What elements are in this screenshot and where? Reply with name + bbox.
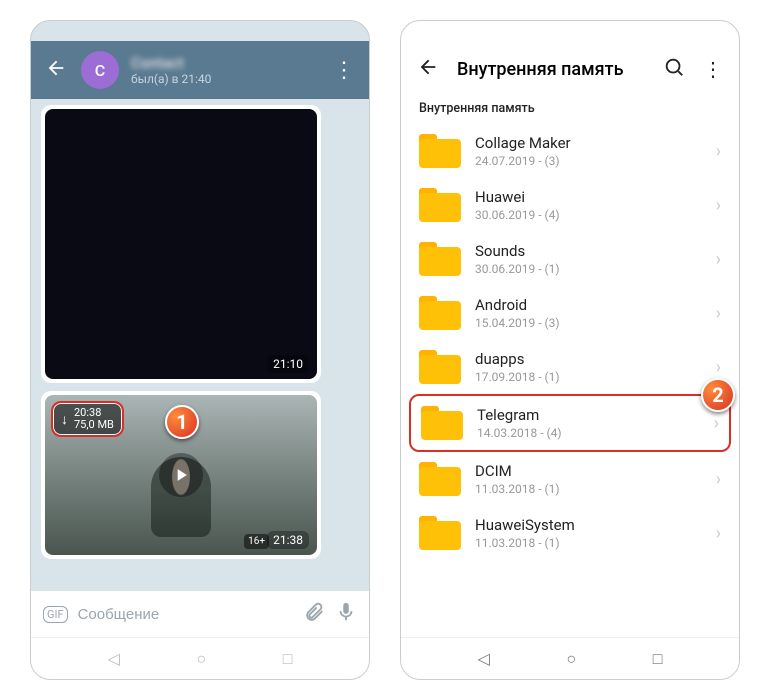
folder-text: Telegram 14.03.2018 - (4) [477, 406, 700, 440]
folder-row[interactable]: Sounds 30.06.2019 - (1) › [409, 232, 731, 286]
folder-meta: 30.06.2019 - (4) [475, 208, 702, 222]
folder-name: Telegram [477, 406, 700, 424]
status-bar [31, 21, 369, 41]
folder-meta: 24.07.2019 - (3) [475, 154, 702, 168]
nav-back-icon[interactable]: ◁ [108, 649, 120, 668]
folder-text: Android 15.04.2019 - (3) [475, 296, 702, 330]
folder-icon [419, 350, 461, 384]
folder-icon [419, 242, 461, 276]
callout-badge-1: 1 [165, 405, 199, 439]
folder-row[interactable]: Huawei 30.06.2019 - (4) › [409, 178, 731, 232]
message-video[interactable]: ↓ 20:38 75,0 MB 1 16+ 21:38 [41, 391, 321, 559]
folder-row[interactable]: duapps 17.09.2018 - (1) › [409, 340, 731, 394]
callout-badge-2: 2 [701, 378, 735, 412]
message-input-bar: GIF [31, 591, 369, 637]
folder-name: Sounds [475, 242, 702, 260]
chevron-right-icon: › [716, 523, 721, 544]
video-attachment[interactable]: ↓ 20:38 75,0 MB 1 16+ 21:38 [45, 395, 317, 555]
gif-icon[interactable]: GIF [43, 606, 68, 623]
nav-home-icon[interactable]: ○ [196, 649, 206, 669]
folder-row[interactable]: DCIM 11.03.2018 - (1) › [409, 452, 731, 506]
android-nav-bar: ◁ ○ □ [401, 637, 739, 679]
chevron-right-icon: › [716, 357, 721, 378]
contact-name: Contact [131, 54, 333, 72]
chevron-right-icon: › [716, 303, 721, 324]
more-icon[interactable]: ⋮ [703, 57, 723, 81]
folder-meta: 15.04.2019 - (3) [475, 316, 702, 330]
chevron-right-icon: › [716, 469, 721, 490]
nav-home-icon[interactable]: ○ [566, 649, 576, 669]
play-icon[interactable] [159, 453, 203, 497]
chevron-right-icon: › [716, 195, 721, 216]
telegram-header: C Contact был(а) в 21:40 ⋮ [31, 41, 369, 99]
contact-avatar[interactable]: C [81, 51, 119, 89]
android-nav-bar: ◁ ○ □ [31, 637, 369, 679]
last-seen: был(а) в 21:40 [131, 72, 333, 86]
nav-recent-icon[interactable]: □ [283, 649, 293, 669]
folder-list[interactable]: Collage Maker 24.07.2019 - (3) › Huawei … [401, 124, 739, 637]
chevron-right-icon: › [716, 249, 721, 270]
more-icon[interactable]: ⋮ [333, 58, 355, 83]
contact-title-block[interactable]: Contact был(а) в 21:40 [131, 54, 333, 86]
nav-back-icon[interactable]: ◁ [478, 649, 490, 668]
folder-icon [421, 406, 463, 440]
folder-icon [419, 134, 461, 168]
folder-meta: 11.03.2018 - (1) [475, 482, 702, 496]
folder-text: duapps 17.09.2018 - (1) [475, 350, 702, 384]
folder-name: Huawei [475, 188, 702, 206]
photo-attachment[interactable]: 21:10 [45, 109, 317, 379]
chat-body[interactable]: 21:10 ↓ 20:38 75,0 MB 1 16+ 21:38 [31, 99, 369, 591]
folder-text: Collage Maker 24.07.2019 - (3) [475, 134, 702, 168]
file-manager-header: Внутренняя память ⋮ [401, 41, 739, 97]
message-photo[interactable]: 21:10 [41, 105, 321, 383]
back-arrow-icon[interactable] [45, 57, 69, 83]
folder-icon [419, 188, 461, 222]
folder-text: Sounds 30.06.2019 - (1) [475, 242, 702, 276]
video-download-badge[interactable]: ↓ 20:38 75,0 MB 1 [51, 401, 124, 437]
folder-name: DCIM [475, 462, 702, 480]
back-arrow-icon[interactable] [417, 56, 439, 83]
folder-text: HuaweiSystem 11.03.2018 - (1) [475, 516, 702, 550]
search-icon[interactable] [663, 56, 685, 83]
telegram-screen: C Contact был(а) в 21:40 ⋮ 21:10 ↓ 20:38… [30, 20, 370, 680]
attach-icon[interactable] [303, 601, 325, 627]
folder-icon [419, 516, 461, 550]
folder-name: Collage Maker [475, 134, 702, 152]
folder-row[interactable]: Android 15.04.2019 - (3) › [409, 286, 731, 340]
folder-meta: 30.06.2019 - (1) [475, 262, 702, 276]
folder-text: DCIM 11.03.2018 - (1) [475, 462, 702, 496]
folder-meta: 17.09.2018 - (1) [475, 370, 702, 384]
folder-name: duapps [475, 350, 702, 368]
download-icon: ↓ [61, 411, 68, 428]
folder-row[interactable]: HuaweiSystem 11.03.2018 - (1) › [409, 506, 731, 560]
folder-row[interactable]: Collage Maker 24.07.2019 - (3) › [409, 124, 731, 178]
folder-text: Huawei 30.06.2019 - (4) [475, 188, 702, 222]
age-badge: 16+ [244, 534, 269, 549]
folder-name: Android [475, 296, 702, 314]
file-manager-screen: Внутренняя память ⋮ Внутренняя память Co… [400, 20, 740, 680]
folder-meta: 14.03.2018 - (4) [477, 426, 700, 440]
breadcrumb[interactable]: Внутренняя память [401, 97, 739, 124]
chevron-right-icon: › [716, 141, 721, 162]
message-time: 21:10 [267, 355, 309, 373]
folder-icon [419, 462, 461, 496]
folder-icon [419, 296, 461, 330]
nav-recent-icon[interactable]: □ [653, 649, 663, 669]
folder-name: HuaweiSystem [475, 516, 702, 534]
video-time: 21:38 [267, 531, 309, 549]
folder-meta: 11.03.2018 - (1) [475, 536, 702, 550]
folder-row[interactable]: Telegram 14.03.2018 - (4) › 2 [409, 394, 731, 452]
video-size: 75,0 MB [74, 419, 114, 431]
chevron-right-icon: › [714, 413, 719, 434]
mic-icon[interactable] [335, 601, 357, 627]
page-title: Внутренняя память [457, 59, 645, 80]
avatar-initial: C [95, 61, 105, 80]
message-input[interactable] [78, 606, 293, 623]
status-bar [401, 21, 739, 41]
